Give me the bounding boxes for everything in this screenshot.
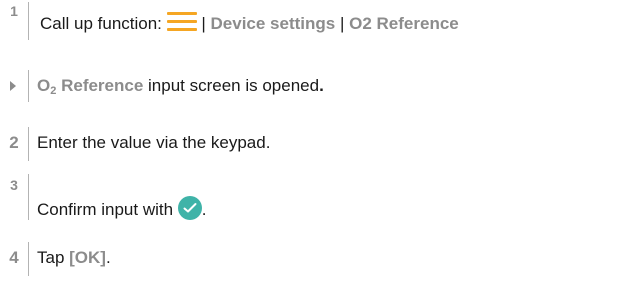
step-divider: [28, 174, 29, 220]
menu-path-o2-reference: O2 Reference: [349, 14, 459, 33]
separator: |: [196, 14, 211, 33]
step-number: 1: [10, 3, 18, 19]
step-end: .: [201, 200, 207, 219]
step-divider: [28, 127, 29, 161]
step-text: Tap [OK].: [37, 247, 111, 269]
step-number: 3: [10, 177, 18, 193]
step-number: 4: [9, 248, 19, 267]
result-body: input screen is opened: [143, 76, 320, 95]
step-divider: [28, 70, 29, 102]
ok-button-label: [OK]: [69, 248, 106, 267]
step-end: .: [105, 248, 111, 267]
result-end: .: [319, 76, 324, 95]
step-divider: [28, 242, 29, 276]
separator: |: [335, 14, 350, 33]
result-text: O2 Reference input screen is opened.: [37, 75, 324, 102]
step-text: Call up function: | Device settings | O2…: [40, 12, 459, 35]
step-body: Tap: [37, 248, 70, 267]
menu-icon: [166, 12, 197, 32]
step-text: Confirm input with .: [37, 196, 207, 221]
step-body: Confirm input with: [37, 200, 178, 219]
result-marker-icon: [10, 81, 16, 91]
o2-reference-label: O2 Reference: [37, 76, 144, 97]
step-text: Enter the value via the keypad.: [37, 133, 271, 152]
check-icon: [177, 196, 202, 220]
menu-path-device-settings: Device settings: [210, 14, 336, 33]
step-divider: [28, 2, 29, 40]
step-number: 2: [9, 133, 19, 152]
step-prefix: Call up function:: [40, 14, 167, 33]
